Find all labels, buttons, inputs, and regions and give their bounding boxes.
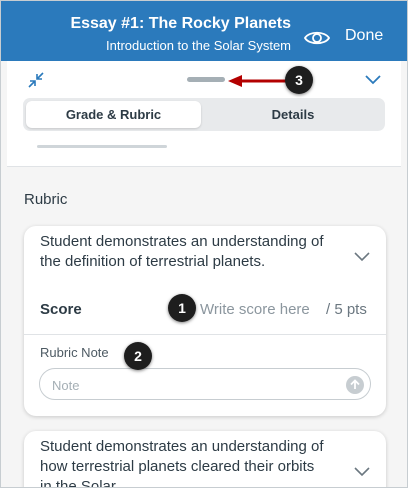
score-label: Score [40, 301, 82, 318]
rubric-note-label: Rubric Note [40, 345, 109, 360]
callout-badge: 1 [168, 294, 196, 322]
scrolled-content-edge [7, 143, 401, 167]
rubric-criterion-card: Student demonstrates an understanding of… [24, 431, 386, 488]
chevron-down-icon[interactable] [354, 252, 370, 262]
score-input[interactable]: Write score here [200, 301, 310, 318]
callout-arrow [228, 75, 286, 87]
chevron-down-icon[interactable] [365, 73, 381, 85]
rubric-note-field[interactable] [39, 368, 371, 400]
app-frame: Essay #1: The Rocky Planets Introduction… [0, 0, 408, 488]
divider [24, 334, 386, 335]
rubric-heading: Rubric [24, 191, 68, 208]
grading-sheet: Grade & Rubric Details [7, 61, 401, 143]
done-button[interactable]: Done [345, 27, 383, 45]
tab-grade-rubric[interactable]: Grade & Rubric [26, 101, 201, 128]
collapse-icon[interactable] [27, 71, 45, 89]
eye-icon[interactable] [304, 28, 330, 48]
send-icon[interactable] [346, 376, 364, 394]
tab-details[interactable]: Details [205, 101, 381, 128]
assignment-title: Essay #1: The Rocky Planets [70, 15, 291, 32]
callout-badge: 3 [285, 66, 313, 94]
course-subtitle: Introduction to the Solar System [106, 38, 291, 53]
cut-off-text [37, 145, 167, 148]
callout-badge: 2 [124, 342, 152, 370]
arrow-up-icon [350, 379, 360, 389]
chevron-down-icon[interactable] [354, 467, 370, 477]
segmented-control: Grade & Rubric Details [23, 98, 385, 131]
header-bar: Essay #1: The Rocky Planets Introduction… [1, 1, 407, 61]
criterion-description: Student demonstrates an understanding of… [40, 233, 324, 270]
points-possible: / 5 pts [326, 301, 367, 318]
drag-handle[interactable] [187, 77, 225, 82]
rubric-criterion-card: Student demonstrates an understanding of… [24, 226, 386, 416]
criterion-description: Student demonstrates an understanding of… [40, 438, 324, 488]
note-input[interactable] [52, 375, 322, 395]
